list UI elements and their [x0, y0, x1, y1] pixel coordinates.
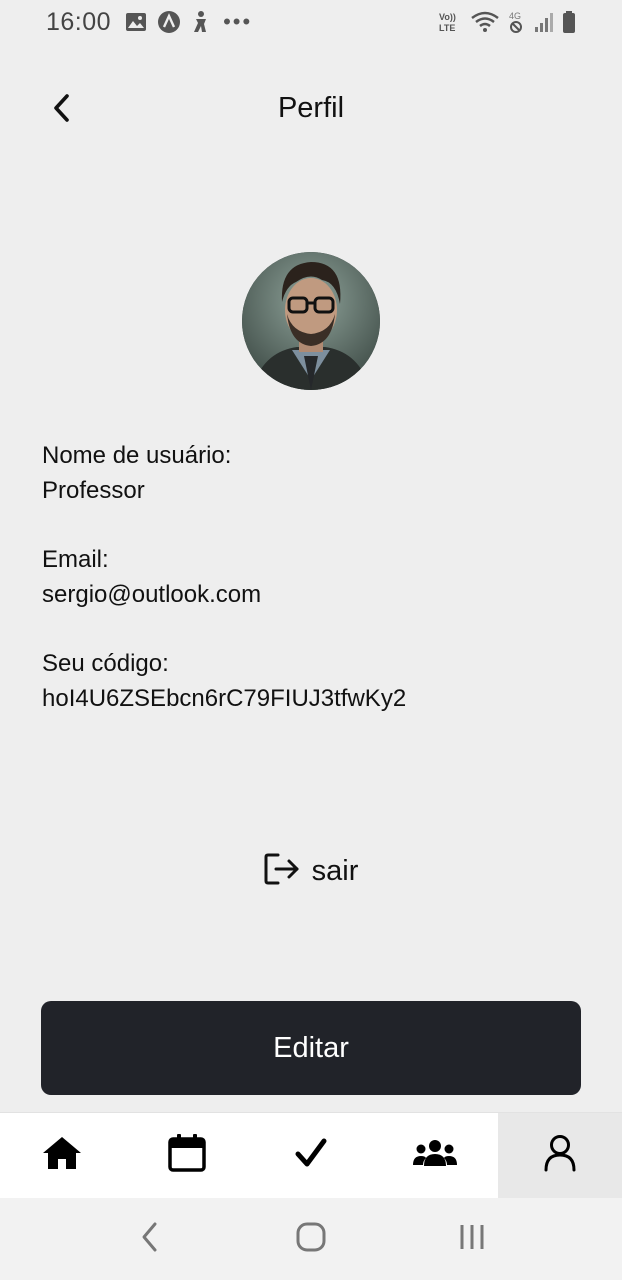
- status-more-dots: •••: [223, 9, 253, 34]
- page-title: Perfil: [277, 92, 345, 124]
- system-back-button[interactable]: [120, 1209, 180, 1269]
- tab-home[interactable]: [0, 1113, 124, 1198]
- svg-text:4G: 4G: [509, 11, 521, 21]
- image-icon: [125, 12, 147, 32]
- logout-icon: [264, 852, 300, 891]
- status-right-icons: Vo)) LTE 4G: [438, 9, 576, 35]
- 4g-signal-icon: 4G: [508, 9, 526, 35]
- header: Perfil: [0, 72, 622, 148]
- username-label: Nome de usuário:: [42, 442, 232, 469]
- email-label: Email:: [42, 546, 109, 573]
- recents-nav-icon: [457, 1222, 487, 1257]
- volte-icon: Vo)) LTE: [438, 10, 462, 34]
- home-nav-icon: [295, 1221, 327, 1258]
- avatar: [242, 252, 380, 390]
- code-label: Seu código:: [42, 650, 169, 677]
- checkmark-icon: [295, 1138, 327, 1173]
- status-bar: 16:00 ••• Vo)) LTE 4G: [0, 0, 622, 44]
- user-icon: [544, 1134, 576, 1177]
- status-left-icons: [125, 10, 211, 34]
- accessibility-icon: [191, 10, 211, 34]
- app-badge-icon: [157, 10, 181, 34]
- bottom-tab-bar: [0, 1112, 622, 1198]
- code-value: hoI4U6ZSEbcn6rC79FIUJ3tfwKy2: [42, 685, 407, 712]
- tab-tasks[interactable]: [249, 1113, 373, 1198]
- system-recents-button[interactable]: [442, 1209, 502, 1269]
- email-value: sergio@outlook.com: [42, 581, 262, 608]
- logout-label: sair: [311, 854, 359, 887]
- wifi-icon: [470, 10, 500, 34]
- svg-text:LTE: LTE: [439, 23, 455, 33]
- home-icon: [42, 1135, 82, 1176]
- username-block: Nome de usuário: Professor: [42, 438, 582, 508]
- back-nav-icon: [140, 1221, 160, 1258]
- svg-text:Vo)): Vo)): [439, 12, 456, 22]
- profile-info: Nome de usuário: Professor Email: sergio…: [42, 438, 582, 750]
- status-time: 16:00: [46, 7, 112, 36]
- logout-button[interactable]: sair: [0, 846, 622, 896]
- signal-bars-icon: [534, 11, 554, 33]
- code-block: Seu código: hoI4U6ZSEbcn6rC79FIUJ3tfwKy2: [42, 646, 582, 716]
- battery-icon: [562, 10, 576, 34]
- username-value: Professor: [42, 477, 145, 504]
- tab-groups[interactable]: [373, 1113, 497, 1198]
- system-navigation-bar: [0, 1198, 622, 1280]
- edit-button[interactable]: Editar: [41, 1001, 581, 1095]
- tab-profile[interactable]: [497, 1113, 622, 1198]
- calendar-icon: [167, 1134, 206, 1177]
- email-block: Email: sergio@outlook.com: [42, 542, 582, 612]
- system-home-button[interactable]: [281, 1209, 341, 1269]
- group-icon: [413, 1139, 458, 1172]
- tab-calendar[interactable]: [124, 1113, 248, 1198]
